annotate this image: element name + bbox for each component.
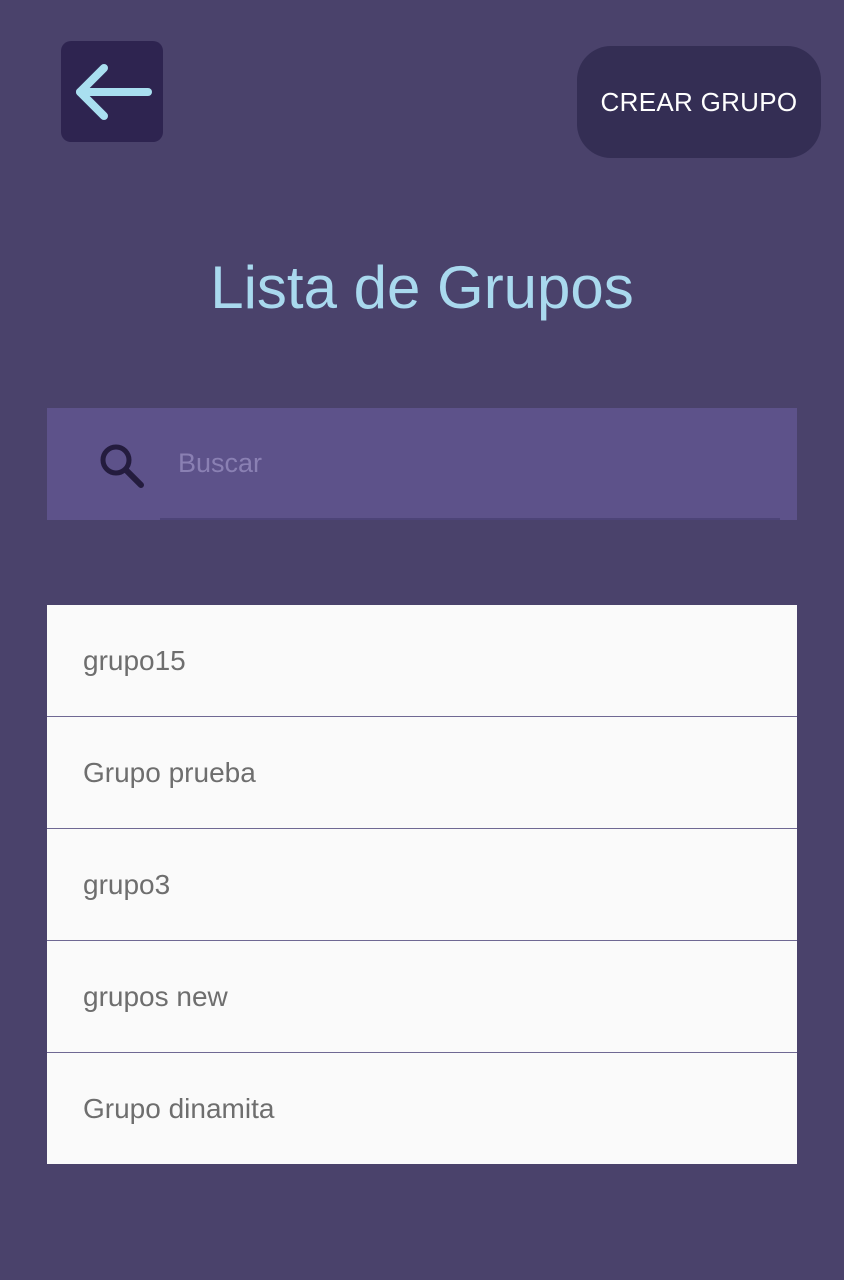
list-item-grupos-new[interactable]: grupos new (47, 941, 797, 1053)
list-item-label: grupos new (83, 980, 228, 1012)
list-item-label: grupo3 (83, 868, 171, 900)
list-item-grupo-prueba[interactable]: Grupo prueba (47, 717, 797, 829)
arrow-left-icon (76, 63, 152, 120)
list-item-grupo-dinamita[interactable]: Grupo dinamita (47, 1053, 797, 1164)
search-input[interactable] (160, 430, 780, 496)
page-title: Lista de Grupos (210, 254, 634, 321)
back-button[interactable] (61, 41, 163, 142)
list-item-grupo3[interactable]: grupo3 (47, 829, 797, 941)
search-underline (160, 518, 780, 520)
list-item-label: grupo15 (83, 644, 186, 676)
create-group-button[interactable]: CREAR GRUPO (577, 46, 821, 158)
list-item-label: Grupo prueba (83, 756, 256, 788)
list-item-label: Grupo dinamita (83, 1092, 275, 1124)
group-list: grupo15 Grupo prueba grupo3 grupos new G… (47, 605, 797, 1164)
list-item-grupo15[interactable]: grupo15 (47, 605, 797, 717)
search-icon (100, 444, 144, 488)
